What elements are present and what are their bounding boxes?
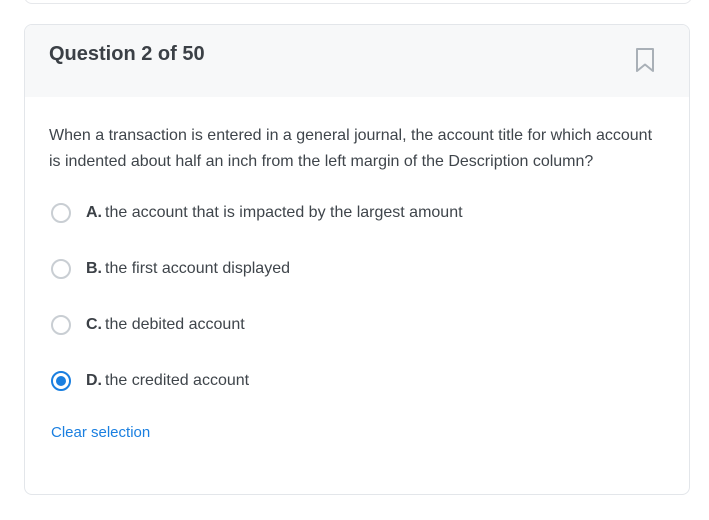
option-label: B. the first account displayed bbox=[86, 256, 290, 282]
option-a[interactable]: A. the account that is impacted by the la… bbox=[49, 200, 665, 256]
question-header: Question 2 of 50 bbox=[25, 25, 689, 97]
radio-button[interactable] bbox=[51, 371, 71, 391]
radio-button[interactable] bbox=[51, 315, 71, 335]
option-letter: D. bbox=[86, 372, 102, 389]
option-label: D. the credited account bbox=[86, 368, 249, 394]
option-c[interactable]: C. the debited account bbox=[49, 312, 665, 368]
question-body: When a transaction is entered in a gener… bbox=[25, 97, 689, 442]
previous-card-edge bbox=[24, 0, 692, 4]
question-text: When a transaction is entered in a gener… bbox=[49, 127, 653, 170]
option-label: C. the debited account bbox=[86, 312, 245, 338]
clear-selection-link[interactable]: Clear selection bbox=[51, 424, 150, 441]
option-label: A. the account that is impacted by the la… bbox=[86, 200, 463, 226]
option-text: the debited account bbox=[105, 316, 245, 333]
bookmark-icon[interactable] bbox=[635, 47, 655, 73]
answer-options: A. the account that is impacted by the la… bbox=[49, 200, 665, 424]
option-letter: A. bbox=[86, 204, 102, 221]
option-letter: C. bbox=[86, 316, 102, 333]
radio-button[interactable] bbox=[51, 259, 71, 279]
option-b[interactable]: B. the first account displayed bbox=[49, 256, 665, 312]
question-card: Question 2 of 50 When a transaction is e… bbox=[24, 24, 690, 495]
option-text: the account that is impacted by the larg… bbox=[105, 204, 463, 221]
option-d[interactable]: D. the credited account bbox=[49, 368, 665, 424]
option-letter: B. bbox=[86, 260, 102, 277]
question-title: Question 2 of 50 bbox=[49, 43, 205, 65]
option-text: the credited account bbox=[105, 372, 250, 389]
radio-button[interactable] bbox=[51, 203, 71, 223]
option-text: the first account displayed bbox=[105, 260, 290, 277]
